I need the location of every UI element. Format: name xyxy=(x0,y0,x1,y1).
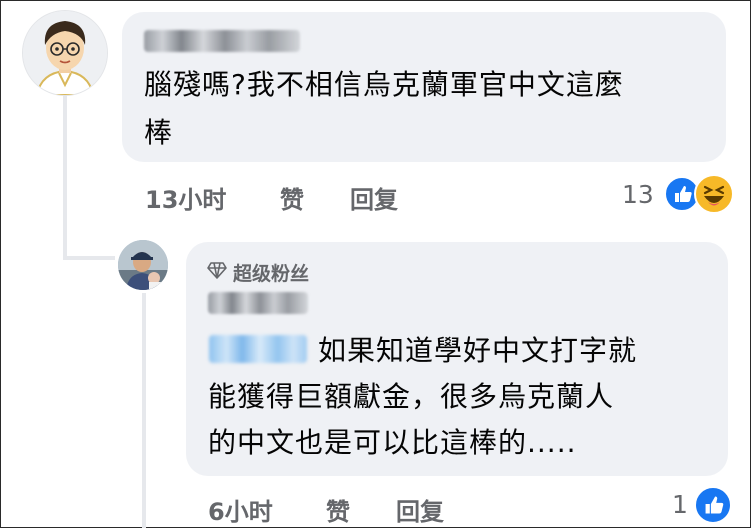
replier-name-redacted[interactable] xyxy=(208,292,308,314)
comment-text-line1: 腦殘嗎?我不相信烏克蘭軍官中文這麼 xyxy=(144,68,624,101)
badge-label: 超级粉丝 xyxy=(233,263,310,285)
cartoon-avatar-icon xyxy=(23,11,107,95)
comment-like-button[interactable]: 赞 xyxy=(280,180,304,215)
reply-thread-line xyxy=(142,293,146,528)
comment-text-line2: 棒 xyxy=(144,116,174,149)
reply-text-line1: 如果知道學好中文打字就 xyxy=(318,334,638,367)
diamond-icon xyxy=(207,261,227,284)
commenter-name-redacted[interactable] xyxy=(144,30,300,52)
photo-avatar-icon xyxy=(118,240,168,290)
comment-reaction-count[interactable]: 13 xyxy=(622,180,654,209)
commenter-avatar[interactable] xyxy=(22,10,108,96)
comment-timestamp[interactable]: 13小时 xyxy=(145,180,226,215)
reply-reaction-count[interactable]: 1 xyxy=(672,490,688,519)
reply-text-line2: 能獲得巨額獻金，很多烏克蘭人 xyxy=(208,380,615,413)
thread-line-vertical xyxy=(63,92,67,260)
comment-reply-button[interactable]: 回复 xyxy=(350,180,398,215)
like-icon[interactable] xyxy=(694,486,732,524)
thread-line-elbow xyxy=(63,256,115,260)
super-fan-badge[interactable]: 超级粉丝 xyxy=(207,259,309,286)
replier-avatar[interactable] xyxy=(118,240,168,290)
reply-text-line3: 的中文也是可以比這棒的..... xyxy=(208,426,577,459)
reply-like-button[interactable]: 赞 xyxy=(326,492,350,527)
mention-tag-redacted[interactable] xyxy=(209,335,307,363)
reply-timestamp[interactable]: 6小时 xyxy=(208,492,273,527)
haha-icon[interactable] xyxy=(694,174,734,214)
reply-reply-button[interactable]: 回复 xyxy=(396,492,444,527)
